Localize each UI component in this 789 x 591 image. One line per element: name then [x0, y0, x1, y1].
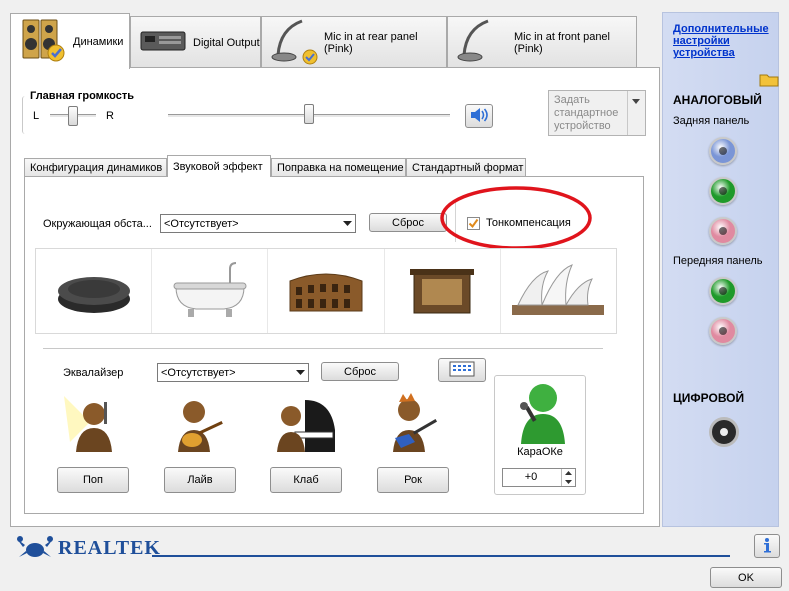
tab-mic-rear[interactable]: Mic in at rear panel (Pink) [261, 16, 447, 68]
equalizer-reset-button[interactable]: Сброс [321, 362, 399, 381]
acoustic-guitarist-icon [170, 396, 230, 459]
tab-room-correction-label: Поправка на помещение [277, 162, 404, 174]
equalizer-reset-label: Сброс [344, 365, 376, 378]
realtek-crab-logo-icon [15, 535, 55, 564]
env-preset-hall[interactable] [385, 249, 501, 333]
front-jack-pink[interactable] [709, 317, 737, 345]
bathtub-icon [173, 262, 247, 317]
tab-mic-front[interactable]: Mic in at front panel (Pink) [447, 16, 637, 68]
karaoke-singer-icon [513, 378, 569, 449]
stone-disc-icon [57, 277, 130, 313]
rear-jack-green[interactable] [709, 177, 737, 205]
balance-slider-thumb[interactable] [68, 106, 78, 126]
pop-singer-icon [60, 392, 126, 459]
default-device-button[interactable]: Задать стандартное устройство [548, 90, 646, 136]
tab-mic-rear-label: Mic in at rear panel (Pink) [324, 30, 418, 55]
tab-speakers-label: Динамики [73, 35, 124, 48]
tab-digital-output-label: Digital Output [193, 36, 260, 49]
mute-button[interactable] [465, 104, 493, 128]
realtek-brand: REALTEK [58, 537, 161, 559]
environment-value: <Отсутствует> [164, 217, 239, 230]
environment-select[interactable]: <Отсутствует> [160, 214, 356, 233]
env-preset-bathroom[interactable] [152, 249, 269, 333]
microphone-icon [270, 17, 318, 68]
stepper-up-icon[interactable] [561, 469, 575, 477]
eq-preset-live-label: Лайв [187, 474, 213, 486]
karaoke-group: КараОКе +0 [494, 375, 586, 495]
eq-preset-pop-label: Поп [83, 474, 103, 486]
env-preset-colosseum[interactable] [268, 249, 385, 333]
balance-left-label: L [33, 110, 40, 122]
equalizer-open-button[interactable] [438, 358, 486, 382]
tab-room-correction[interactable]: Поправка на помещение [271, 158, 406, 177]
eq-preset-rock-label: Рок [404, 474, 422, 486]
hall-icon [410, 269, 475, 314]
eq-preset-live-button[interactable]: Лайв [164, 467, 236, 493]
connector-panel: Дополнительные настройки устройства АНАЛ… [662, 12, 779, 527]
environment-reset-label: Сброс [392, 216, 424, 229]
folder-icon[interactable] [759, 71, 779, 90]
opera-house-icon [512, 264, 605, 315]
digital-output-icon [139, 24, 187, 61]
rock-guitarist-icon [385, 392, 445, 459]
pianist-icon [275, 396, 337, 459]
ok-label: OK [738, 571, 754, 584]
karaoke-value: +0 [524, 471, 538, 483]
highlight-ellipse [440, 186, 592, 250]
tab-sound-effect-label: Звуковой эффект [173, 160, 263, 173]
rear-jack-blue[interactable] [709, 137, 737, 165]
tab-speaker-config[interactable]: Конфигурация динамиков [24, 158, 167, 177]
tab-speakers[interactable]: Динамики [10, 13, 130, 69]
chevron-down-icon [340, 215, 355, 232]
rear-panel-label: Задняя панель [673, 115, 750, 127]
advanced-settings-link[interactable]: Дополнительные настройки устройства [673, 23, 777, 59]
tab-mic-front-label: Mic in at front panel (Pink) [514, 30, 610, 55]
eq-preset-club-label: Клаб [293, 474, 319, 486]
environment-presets [35, 248, 617, 334]
equalizer-select[interactable]: <Отсутствует> [157, 363, 309, 382]
karaoke-label: КараОКе [517, 446, 563, 458]
info-icon [760, 537, 774, 556]
front-jack-green[interactable] [709, 277, 737, 305]
speaker-volume-icon [469, 107, 489, 126]
karaoke-stepper[interactable]: +0 [502, 468, 576, 487]
eq-preset-pop-button[interactable]: Поп [57, 467, 129, 493]
environment-reset-button[interactable]: Сброс [369, 213, 447, 232]
digital-jack[interactable] [709, 417, 739, 447]
volume-slider-thumb[interactable] [304, 104, 314, 124]
env-preset-opera[interactable] [501, 249, 616, 333]
eq-preset-rock-button[interactable]: Рок [377, 467, 449, 493]
rear-jack-pink[interactable] [709, 217, 737, 245]
microphone-icon [456, 17, 504, 68]
front-panel-label: Передняя панель [673, 255, 763, 267]
info-button[interactable] [754, 534, 780, 558]
master-volume-label: Главная громкость [30, 90, 139, 102]
speakers-icon [19, 17, 67, 66]
tab-digital-output[interactable]: Digital Output [130, 16, 261, 68]
digital-title: ЦИФРОВОЙ [673, 391, 745, 405]
equalizer-value: <Отсутствует> [161, 366, 236, 379]
colosseum-icon [289, 273, 363, 312]
tab-default-format[interactable]: Стандартный формат [406, 158, 526, 177]
tab-speaker-config-label: Конфигурация динамиков [30, 162, 163, 174]
equalizer-label: Эквалайзер [63, 367, 124, 379]
stepper-down-icon[interactable] [561, 477, 575, 486]
balance-right-label: R [106, 110, 114, 122]
environment-label: Окружающая обста... [43, 218, 152, 230]
ok-button[interactable]: OK [710, 567, 782, 588]
chevron-down-icon [293, 364, 308, 381]
eq-preset-club-button[interactable]: Клаб [270, 467, 342, 493]
analog-title: АНАЛОГОВЫЙ [673, 93, 762, 107]
tab-sound-effect[interactable]: Звуковой эффект [167, 155, 271, 177]
keyboard-icon [449, 361, 475, 380]
chevron-down-icon[interactable] [631, 97, 641, 109]
env-preset-stone[interactable] [36, 249, 153, 333]
default-device-label: Задать стандартное устройство [554, 94, 619, 132]
tab-default-format-label: Стандартный формат [412, 162, 524, 174]
